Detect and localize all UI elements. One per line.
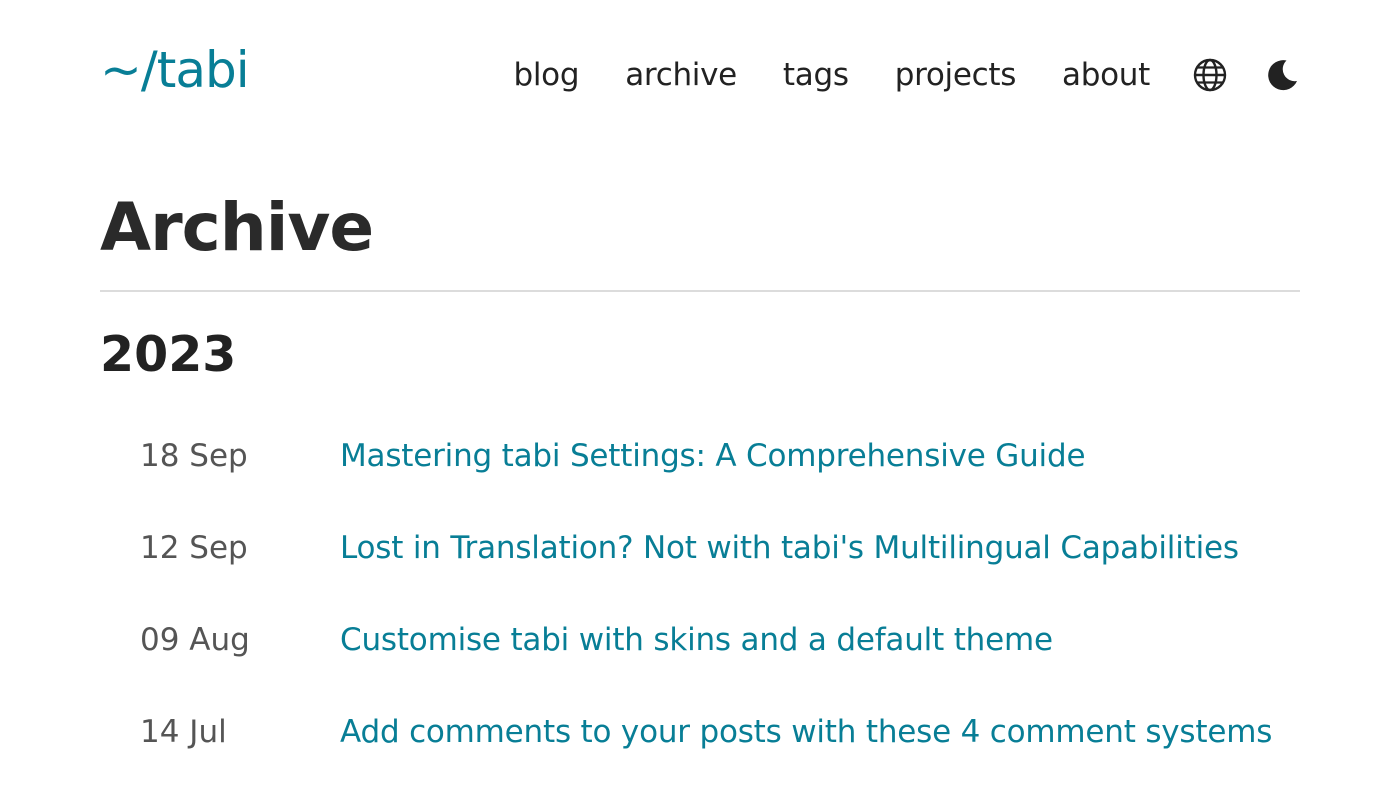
post-list-item: 14 Jul Add comments to your posts with t… [140,702,1300,762]
post-title-link[interactable]: Mastering tabi Settings: A Comprehensive… [340,426,1300,486]
post-title-link[interactable]: Add comments to your posts with these 4 … [340,702,1300,762]
language-switcher-button[interactable] [1192,57,1228,93]
page-title: Archive [100,189,374,266]
nav-link-blog[interactable]: blog [513,53,579,97]
site-logo-link[interactable]: ~/tabi [100,38,250,102]
post-date: 14 Jul [140,714,227,750]
post-date: 18 Sep [140,438,248,474]
post-date: 09 Aug [140,622,250,658]
nav-link-archive[interactable]: archive [625,53,737,97]
nav-link-about[interactable]: about [1062,53,1150,97]
site-header: ~/tabi blog archive tags projects about [100,34,1300,114]
post-list-item: 12 Sep Lost in Translation? Not with tab… [140,518,1300,578]
post-list: 18 Sep Mastering tabi Settings: A Compre… [140,426,1300,794]
post-date: 12 Sep [140,530,248,566]
nav-link-projects[interactable]: projects [895,53,1017,97]
nav-link-tags[interactable]: tags [783,53,849,97]
theme-toggle-button[interactable] [1264,57,1300,93]
title-divider [100,290,1300,292]
globe-icon [1193,58,1227,92]
post-list-item: 09 Aug Customise tabi with skins and a d… [140,610,1300,670]
post-title-link[interactable]: Customise tabi with skins and a default … [340,610,1300,670]
post-title-link[interactable]: Lost in Translation? Not with tabi's Mul… [340,518,1300,578]
post-list-item: 18 Sep Mastering tabi Settings: A Compre… [140,426,1300,486]
year-heading: 2023 [100,326,237,383]
main-nav: blog archive tags projects about [513,52,1300,98]
moon-icon [1268,60,1297,91]
